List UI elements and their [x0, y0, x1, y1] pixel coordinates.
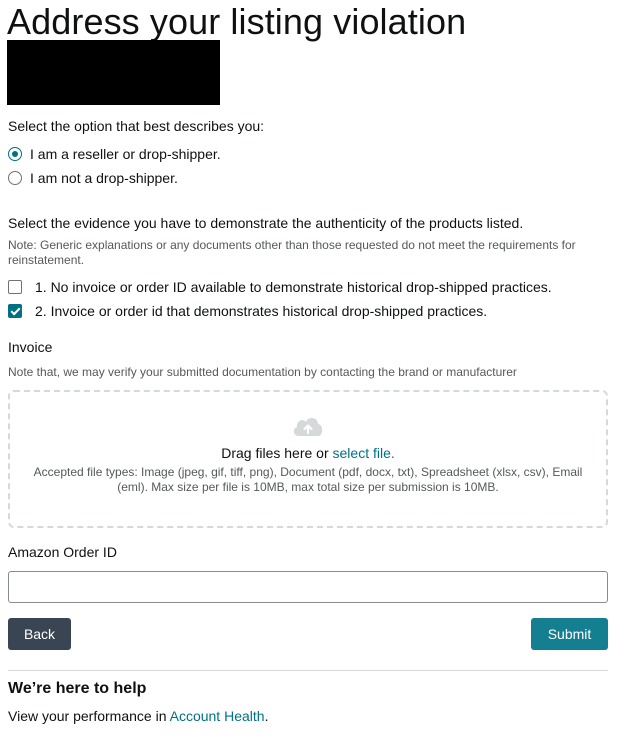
redacted-block	[7, 40, 220, 105]
help-period: .	[264, 708, 269, 724]
radio-label-not-dropshipper: I am not a drop-shipper.	[30, 170, 178, 186]
checkbox-option-invoice[interactable]: 2. Invoice or order id that demonstrates…	[8, 303, 487, 319]
account-health-link[interactable]: Account Health	[170, 708, 265, 724]
accepted-types-line-1: Accepted file types: Image (jpeg, gif, t…	[33, 465, 583, 479]
seller-question: Select the option that best describes yo…	[8, 118, 265, 134]
checkbox-label-invoice: 2. Invoice or order id that demonstrates…	[35, 303, 488, 319]
drop-text: Drag files here or	[221, 445, 333, 461]
evidence-note: Note: Generic explanations or any docume…	[8, 238, 576, 267]
radio-option-not-dropshipper[interactable]: I am not a drop-shipper.	[8, 170, 178, 186]
radio-option-reseller[interactable]: I am a reseller or drop-shipper.	[8, 146, 221, 162]
checkbox-no-invoice[interactable]	[8, 280, 22, 294]
invoice-note: Note that, we may verify your submitted …	[8, 365, 517, 379]
invoice-label: Invoice	[8, 339, 53, 355]
order-id-label: Amazon Order ID	[8, 544, 117, 560]
checkbox-invoice[interactable]	[8, 304, 22, 318]
help-text: View your performance in	[8, 708, 170, 724]
radio-label-reseller: I am a reseller or drop-shipper.	[30, 146, 221, 162]
submit-button[interactable]: Submit	[531, 618, 608, 650]
cloud-upload-icon	[290, 414, 326, 438]
divider	[8, 670, 608, 671]
radio-button-reseller[interactable]	[8, 147, 22, 161]
page-title: Address your listing violation	[7, 1, 467, 42]
evidence-question: Select the evidence you have to demonstr…	[8, 215, 524, 231]
select-file-link[interactable]: select file.	[333, 445, 395, 461]
back-button[interactable]: Back	[8, 618, 71, 650]
radio-button-not-dropshipper[interactable]	[8, 171, 22, 185]
help-heading: We’re here to help	[8, 680, 147, 697]
file-drop-zone[interactable]: Drag files here or select file. Accepted…	[8, 390, 608, 528]
help-text-line: View your performance in Account Health.	[8, 708, 268, 724]
checkbox-option-no-invoice[interactable]: 1. No invoice or order ID available to d…	[8, 279, 552, 295]
accepted-types-line-2: (eml). Max size per file is 10MB, max to…	[117, 480, 499, 494]
checkbox-label-no-invoice: 1. No invoice or order ID available to d…	[35, 279, 552, 295]
drop-text-line: Drag files here or select file.	[10, 445, 606, 461]
order-id-input[interactable]	[8, 571, 608, 603]
